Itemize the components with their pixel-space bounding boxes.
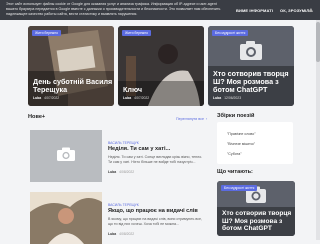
featured-image xyxy=(118,26,204,106)
card-title[interactable]: Хто сотворив творця Ш? Моя розмова з бот… xyxy=(213,70,293,94)
post-excerpt: В якому, що працює на видачі слів, вони … xyxy=(108,217,203,226)
date: 4/08/2022 xyxy=(119,170,135,174)
view-all-link[interactable]: Переглянути все › xyxy=(176,117,207,121)
collection-link[interactable]: "Субота" xyxy=(227,152,242,156)
card-meta: Luba 4/07/2022 xyxy=(123,96,149,100)
collection-link[interactable]: "Правічне слово" xyxy=(227,132,256,136)
cookie-banner: Этот сайт использует файлы cookie от Goo… xyxy=(0,0,320,20)
card-meta: Luba 4/07/2022 xyxy=(33,96,59,100)
reading-title: Що читають: xyxy=(217,169,253,175)
category-badge[interactable]: Жити бережно xyxy=(122,30,151,36)
category-badge[interactable]: Без мудрості життя xyxy=(221,185,258,191)
date: 4/07/2022 xyxy=(44,96,60,100)
collection-link[interactable]: "Вічнезе мішечо" xyxy=(227,142,255,146)
post-thumbnail[interactable] xyxy=(30,192,102,244)
card-title[interactable]: Ключ xyxy=(123,86,142,94)
category-badge[interactable]: Без мудрості життя xyxy=(212,30,249,36)
featured-image xyxy=(208,26,294,106)
camera-icon xyxy=(57,147,75,161)
author: Luba xyxy=(108,232,117,236)
post-category[interactable]: ВАСИЛЬ ТЕРЕЩУК xyxy=(108,141,139,145)
category-badge[interactable]: Жити бережно xyxy=(32,30,61,36)
cookie-message: Этот сайт использует файлы cookie от Goo… xyxy=(6,2,221,16)
date: 4/08/2022 xyxy=(119,232,135,236)
date: 4/07/2022 xyxy=(134,96,150,100)
post-meta: Luba 4/08/2022 xyxy=(108,232,134,236)
latest-section-title: Нове+ xyxy=(28,114,46,120)
cookie-more-info-button[interactable]: ВИМЕ ІНФОРМАТІ xyxy=(236,8,273,13)
post-title[interactable]: Неділя. Ти сам у хаті... xyxy=(108,146,170,152)
card-title[interactable]: Хто сотворив творця Ш? Моя розмова з бот… xyxy=(222,210,294,233)
post-category[interactable]: ВАСИЛЬ ТЕРЕЩУК xyxy=(108,203,139,207)
author: Luba xyxy=(33,96,42,100)
card-title[interactable]: День суботній Василя Терещука xyxy=(33,78,113,94)
post-excerpt: Неділя. Ти сам у хаті. Сонце виглядає кр… xyxy=(108,155,203,164)
chevron-up-icon[interactable]: ▲ xyxy=(306,6,316,16)
post-meta: Luba 4/08/2022 xyxy=(108,170,134,174)
scrollbar-thumb[interactable] xyxy=(316,22,320,62)
reading-card[interactable]: Без мудрості життя Хто сотворив творця Ш… xyxy=(217,181,295,236)
post-image xyxy=(30,192,102,244)
collections-list: "Правічне слово" "Вічнезе мішечо" "Субот… xyxy=(217,122,293,164)
author: Luba xyxy=(123,96,132,100)
card-meta: Luba 12/06/2023 xyxy=(213,96,241,100)
post-thumbnail[interactable] xyxy=(30,130,102,182)
collections-title: Збірки поезій xyxy=(217,113,255,119)
featured-card[interactable]: Без мудрості життя Хто сотворив творця Ш… xyxy=(208,26,294,106)
author: Luba xyxy=(108,170,117,174)
featured-card[interactable]: Жити бережно День суботній Василя Терещу… xyxy=(28,26,114,106)
featured-image xyxy=(28,26,114,106)
chevron-right-icon: › xyxy=(205,117,208,121)
author: Luba xyxy=(213,96,222,100)
featured-card[interactable]: Жити бережно Ключ Luba 4/07/2022 xyxy=(118,26,204,106)
view-all-label: Переглянути все xyxy=(176,117,204,121)
post-title[interactable]: Якщо, що працює на видачі слів xyxy=(108,208,198,214)
date: 12/06/2023 xyxy=(224,96,242,100)
